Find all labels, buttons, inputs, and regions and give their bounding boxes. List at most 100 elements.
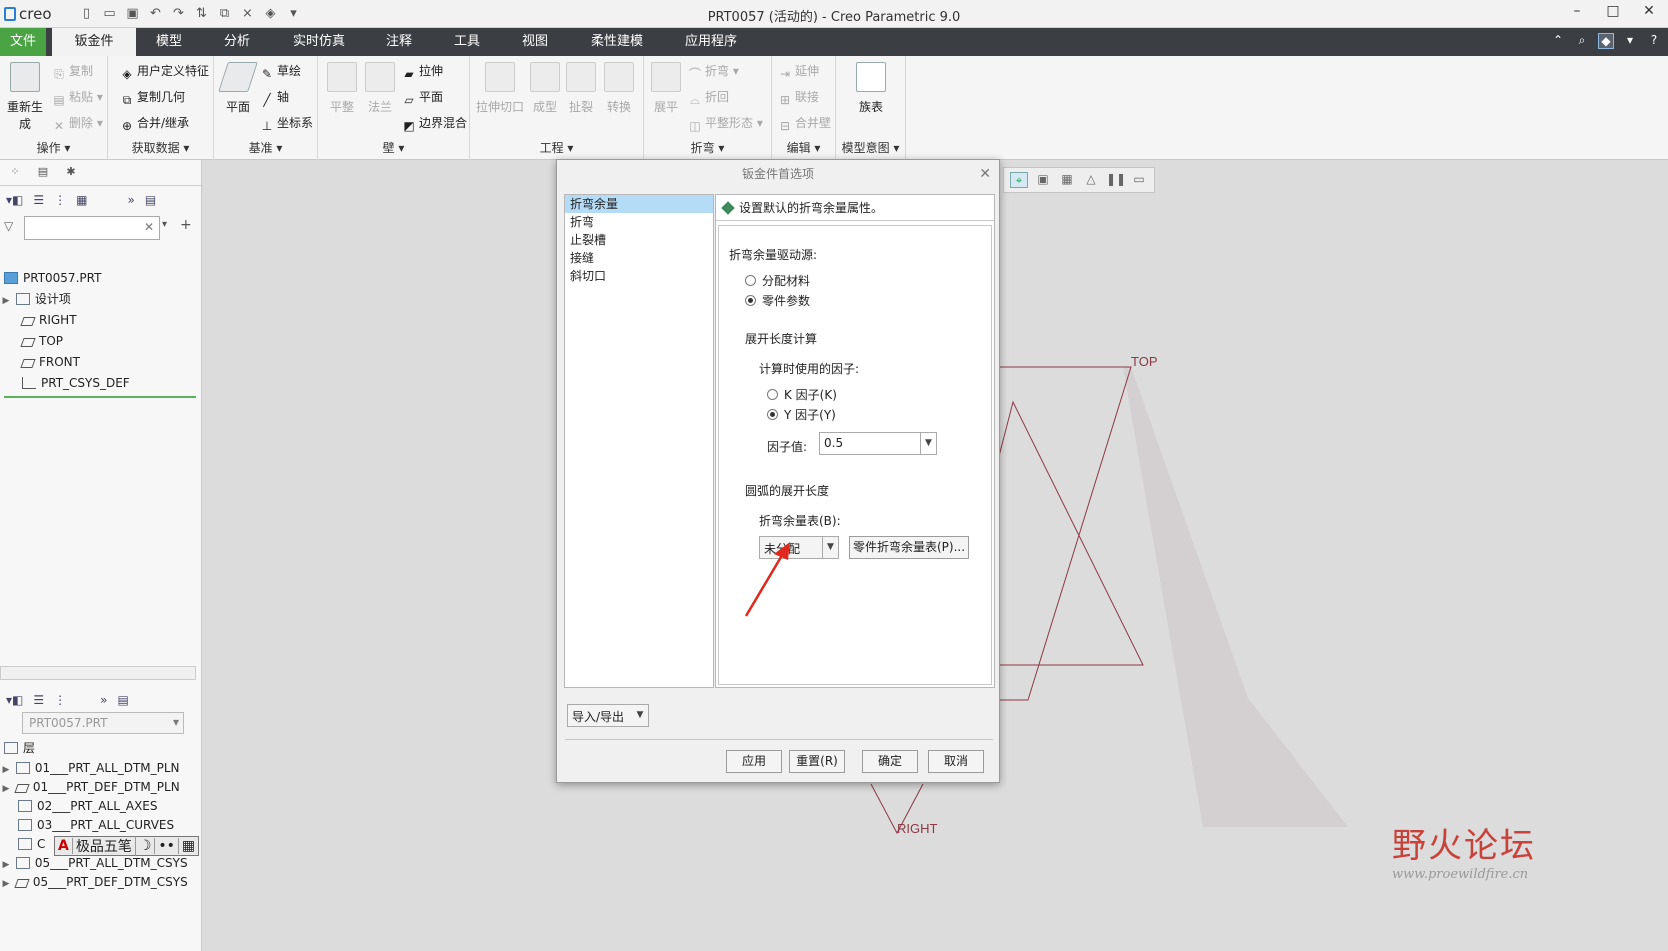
tree-view-icon[interactable]: ▾◧ (6, 193, 23, 207)
saved-views-icon[interactable]: ▣ (1034, 172, 1052, 188)
expand-icon[interactable]: » (127, 193, 134, 207)
group-label[interactable]: 模型意图 ▾ (836, 139, 905, 156)
copy-geometry-button[interactable]: ⧉ 复制几何 (120, 88, 185, 107)
regenerate-button[interactable]: 重新生成 (2, 62, 48, 132)
layer-filters-icon[interactable]: ⋮ (54, 693, 66, 707)
group-label[interactable]: 获取数据 ▾ (108, 139, 213, 156)
flat-wall-button[interactable]: 平整 (324, 62, 360, 115)
bend-button[interactable]: ⌒ 折弯 ▾ (688, 62, 739, 81)
tree-item-top[interactable]: TOP (0, 331, 202, 352)
minimize-button[interactable]: – (1566, 3, 1588, 19)
form-button[interactable]: 成型 (528, 62, 562, 115)
join-button[interactable]: ⊞ 联接 (778, 88, 819, 107)
nav-item-bend[interactable]: 折弯 (565, 213, 713, 231)
tab-file[interactable]: 文件 (0, 28, 46, 56)
planar-button[interactable]: ▱ 平面 (402, 88, 443, 107)
folder-browser-tab-icon[interactable]: ▤ (34, 165, 52, 181)
family-table-button[interactable]: 族表 (850, 62, 892, 115)
show-details-icon[interactable]: ▤ (145, 193, 156, 207)
layer-view-icon[interactable]: ▾◧ (6, 693, 23, 707)
tab-tools[interactable]: 工具 (444, 28, 490, 56)
radio-button-selected[interactable] (745, 295, 756, 306)
radio-part-parameter[interactable]: 零件参数 (745, 292, 810, 309)
extend-button[interactable]: ⇥ 延伸 (778, 62, 819, 81)
punctuation-icon[interactable]: •• (155, 838, 179, 854)
radio-button[interactable] (767, 389, 778, 400)
ime-mode-icon[interactable]: A (55, 838, 73, 854)
datum-label-top[interactable]: TOP (1131, 354, 1158, 369)
plane-button[interactable]: 平面 (218, 62, 258, 115)
select-icon[interactable]: ⌖ (1010, 172, 1028, 188)
group-label[interactable]: 工程 ▾ (470, 139, 643, 156)
merge-inherit-button[interactable]: ⊕ 合并/继承 (120, 114, 189, 133)
group-label[interactable]: 折弯 ▾ (644, 139, 771, 156)
copy-button[interactable]: ⎘ 复制 (52, 62, 93, 81)
insert-here-marker[interactable] (4, 396, 196, 398)
layer-item[interactable]: ▶ 01___PRT_DEF_DTM_PLN (0, 778, 202, 797)
bend-back-button[interactable]: ⌓ 折回 (688, 88, 729, 107)
radio-y-factor[interactable]: Y 因子(Y) (767, 406, 836, 423)
maximize-button[interactable]: □ (1602, 3, 1624, 19)
rip-button[interactable]: 扯裂 (564, 62, 598, 115)
nav-item-bend-allowance[interactable]: 折弯余量 (565, 195, 713, 213)
csys-button[interactable]: ⊥ 坐标系 (260, 114, 313, 133)
flange-button[interactable]: 法兰 (362, 62, 398, 115)
axis-button[interactable]: ╱ 轴 (260, 88, 289, 107)
layer-props-icon[interactable]: ▤ (117, 693, 128, 707)
tree-item-right[interactable]: RIGHT (0, 310, 202, 331)
close-button[interactable]: ✕ (1638, 3, 1660, 19)
clear-icon[interactable]: ✕ (144, 220, 154, 234)
delete-button[interactable]: ✕ 删除 ▾ (52, 114, 103, 133)
group-label[interactable]: 操作 ▾ (0, 139, 107, 156)
display-style-icon[interactable]: △ (1082, 172, 1100, 188)
chevron-down-icon[interactable]: ▼ (632, 705, 648, 726)
tree-horizontal-scrollbar[interactable] (0, 666, 196, 680)
apply-button[interactable]: 应用 (726, 750, 782, 773)
convert-button[interactable]: 转换 (602, 62, 636, 115)
radio-k-factor[interactable]: K 因子(K) (767, 386, 837, 403)
tab-sheetmetal[interactable]: 钣金件 (52, 28, 136, 56)
collapse-ribbon-icon[interactable]: ⌃ (1550, 33, 1566, 49)
favorites-tab-icon[interactable]: ✱ (62, 165, 80, 181)
tab-simulation[interactable]: 实时仿真 (284, 28, 354, 56)
dialog-close-icon[interactable]: ✕ (979, 160, 991, 188)
layer-item[interactable]: 02___PRT_ALL_AXES (0, 797, 202, 816)
tab-analysis[interactable]: 分析 (212, 28, 262, 56)
help-icon[interactable]: ? (1646, 33, 1662, 49)
nav-item-seam[interactable]: 接缝 (565, 249, 713, 267)
udf-button[interactable]: ◈ 用户定义特征 (120, 62, 209, 81)
ok-button[interactable]: 确定 (862, 750, 918, 773)
layer-item[interactable]: ▶ 01___PRT_ALL_DTM_PLN (0, 759, 202, 778)
nav-item-miter-cut[interactable]: 斜切口 (565, 267, 713, 285)
group-label[interactable]: 编辑 ▾ (772, 139, 835, 156)
tab-view[interactable]: 视图 (512, 28, 558, 56)
render-icon[interactable]: ▦ (1058, 172, 1076, 188)
tree-item-csys[interactable]: PRT_CSYS_DEF (0, 373, 202, 394)
moon-icon[interactable]: ☽ (136, 838, 156, 854)
tab-model[interactable]: 模型 (144, 28, 194, 56)
pause-icon[interactable]: ❚❚ (1106, 172, 1126, 188)
tab-flexible[interactable]: 柔性建模 (580, 28, 654, 56)
tree-item-front[interactable]: FRONT (0, 352, 202, 373)
tree-settings-icon[interactable]: ▦ (76, 193, 87, 207)
dropdown-icon[interactable]: ▾ (1622, 33, 1638, 49)
extrude-cut-button[interactable]: 拉伸切口 (476, 62, 524, 115)
ime-toolbar[interactable]: A 极品五笔 ☽ •• ▦ (54, 836, 200, 856)
keyboard-icon[interactable]: ▦ (179, 838, 198, 854)
group-label[interactable]: 基准 ▾ (214, 139, 317, 156)
cancel-button[interactable]: 取消 (928, 750, 984, 773)
add-icon[interactable]: + (180, 217, 192, 233)
boundary-blend-button[interactable]: ◩ 边界混合 (402, 114, 467, 133)
chevron-down-icon[interactable]: ▼ (920, 433, 936, 454)
tree-filters-icon[interactable]: ⋮ (54, 193, 66, 207)
tree-search-input[interactable] (24, 216, 160, 240)
chevron-down-icon[interactable]: ▼ (822, 537, 838, 558)
nav-item-relief[interactable]: 止裂槽 (565, 231, 713, 249)
tree-item-design[interactable]: ▶ 设计项 (0, 289, 202, 310)
group-label[interactable]: 壁 ▾ (318, 139, 469, 156)
datum-label-right[interactable]: RIGHT (897, 821, 937, 836)
annotation-icon[interactable]: ▭ (1130, 172, 1148, 188)
filter-dropdown-icon[interactable]: ▾ (162, 219, 167, 230)
layer-item[interactable]: 03___PRT_ALL_CURVES (0, 816, 202, 835)
tab-applications[interactable]: 应用程序 (676, 28, 746, 56)
